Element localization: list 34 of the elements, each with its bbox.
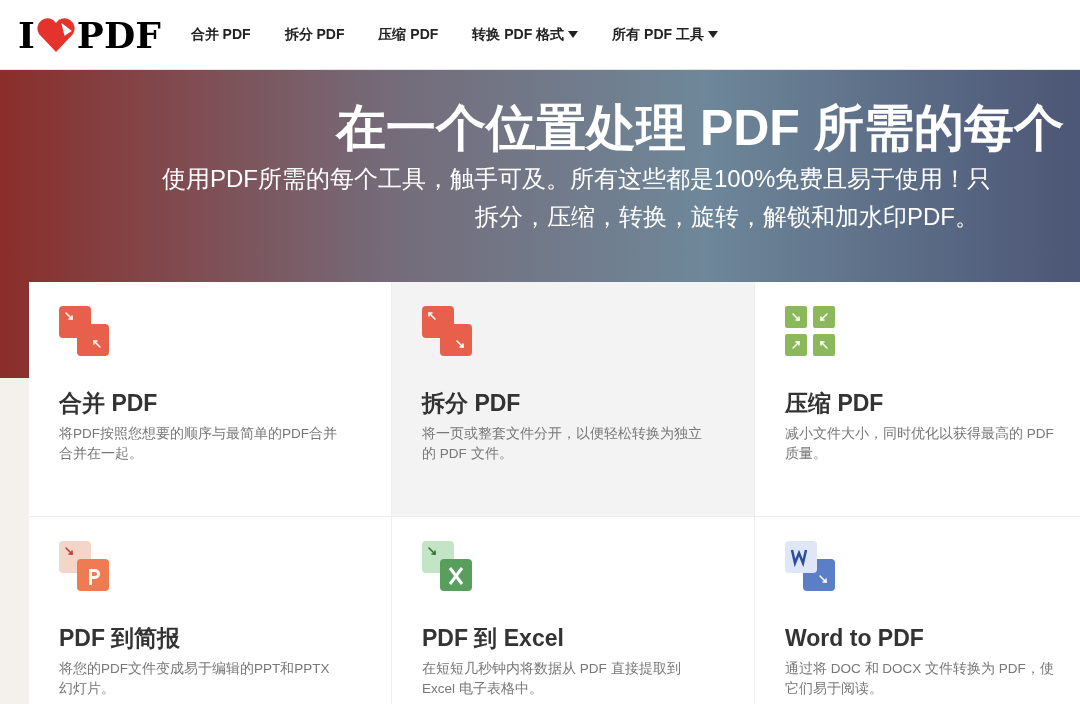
- tool-card[interactable]: 压缩 PDF 减小文件大小，同时优化以获得最高的 PDF 质量。: [755, 282, 1080, 517]
- tool-card[interactable]: 合并 PDF 将PDF按照您想要的顺序与最简单的PDF合并 合并在一起。: [29, 282, 392, 517]
- nav-link[interactable]: 合并 PDF: [190, 24, 251, 45]
- tool-description: 在短短几秒钟内将数据从 PDF 直接提取到 Excel 电子表格中。: [422, 660, 681, 698]
- tool-description: 减小文件大小，同时优化以获得最高的 PDF 质量。: [785, 425, 1054, 463]
- logo[interactable]: I PDF: [18, 16, 161, 53]
- tool-title: PDF 到简报: [59, 624, 181, 653]
- tool-title: 合并 PDF: [59, 389, 158, 418]
- merge-icon: [59, 306, 111, 358]
- tool-description: 将一页或整套文件分开，以便轻松转换为独立 的 PDF 文件。: [422, 425, 702, 463]
- hero-subtitle: 拆分，压缩，转换，旋转，解锁和加水印PDF。: [475, 202, 979, 232]
- tool-description: 将PDF按照您想要的顺序与最简单的PDF合并 合并在一起。: [59, 425, 337, 463]
- split-icon: [422, 306, 474, 358]
- tool-card[interactable]: PDF 到简报 将您的PDF文件变成易于编辑的PPT和PPTX 幻灯片。: [29, 517, 392, 704]
- tool-description: 通过将 DOC 和 DOCX 文件转换为 PDF，使 它们易于阅读。: [785, 660, 1054, 698]
- tool-card[interactable]: 拆分 PDF 将一页或整套文件分开，以便轻松转换为独立 的 PDF 文件。: [392, 282, 755, 517]
- tool-title: 拆分 PDF: [422, 389, 521, 418]
- presentation-file-icon: [59, 541, 111, 593]
- hero-subtitle: 使用PDF所需的每个工具，触手可及。所有这些都是100%免费且易于使用！只: [162, 164, 992, 194]
- nav-link[interactable]: 压缩 PDF: [378, 24, 439, 45]
- tool-title: 压缩 PDF: [785, 389, 884, 418]
- tool-description: 将您的PDF文件变成易于编辑的PPT和PPTX 幻灯片。: [59, 660, 330, 698]
- heart-icon: [35, 16, 76, 53]
- compress-icon: [785, 306, 837, 358]
- hero-title: 在一个位置处理 PDF 所需的每个: [336, 99, 1064, 158]
- tool-card[interactable]: Word to PDF 通过将 DOC 和 DOCX 文件转换为 PDF，使 它们易于阅读。: [755, 517, 1080, 704]
- tool-title: Word to PDF: [785, 624, 924, 653]
- tool-card[interactable]: PDF 到 Excel 在短短几秒钟内将数据从 PDF 直接提取到 Excel 电子表格中。: [392, 517, 755, 704]
- spreadsheet-file-icon: [422, 541, 474, 593]
- document-file-icon: [785, 541, 837, 593]
- nav-link[interactable]: 拆分 PDF: [284, 24, 345, 45]
- nav-link[interactable]: 转换 PDF 格式: [472, 24, 579, 45]
- nav-link[interactable]: 所有 PDF 工具: [612, 24, 718, 45]
- tool-title: PDF 到 Excel: [422, 624, 564, 653]
